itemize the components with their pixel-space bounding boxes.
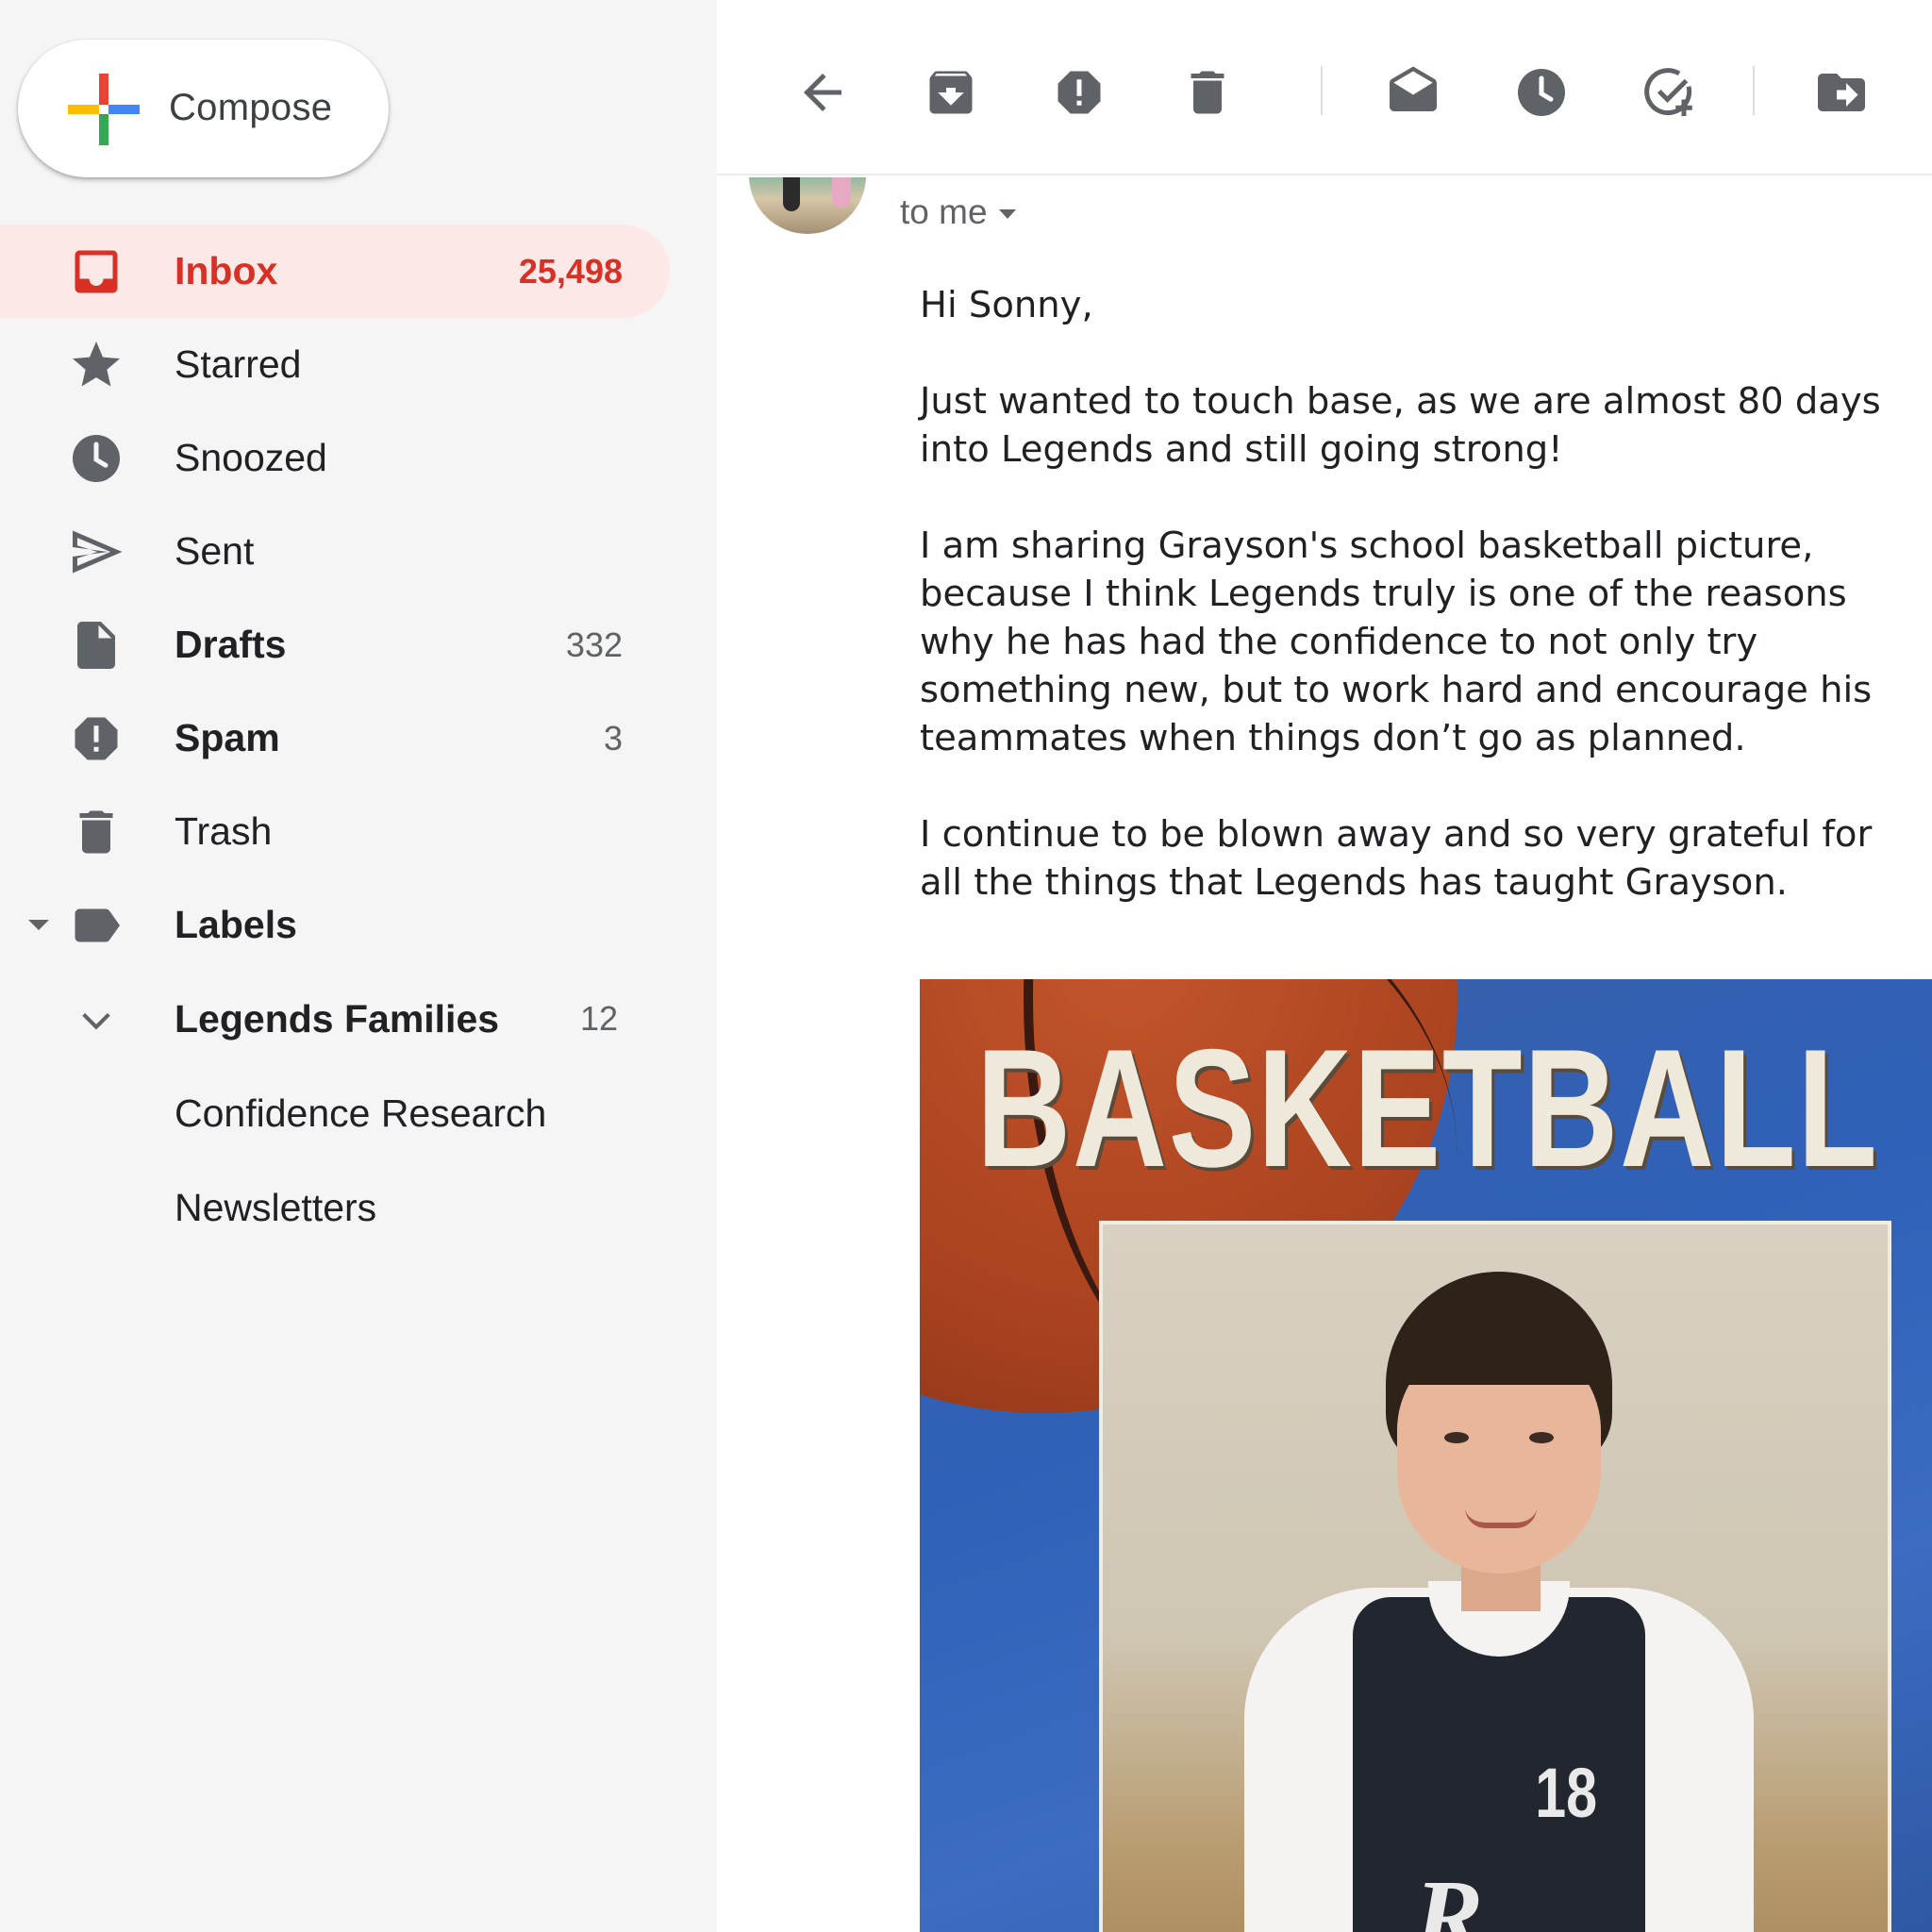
sidebar: Compose Inbox 25,498 Starred Snoozed Sen… [0, 0, 717, 1932]
label-item-newsletters[interactable]: Newsletters [0, 1160, 670, 1255]
compose-label: Compose [169, 87, 333, 128]
card-title: BASKETBALL [976, 1014, 1879, 1202]
nav-item-spam[interactable]: Spam 3 [0, 691, 670, 785]
nav-item-label: Snoozed [175, 436, 327, 479]
toolbar-divider [1321, 66, 1323, 115]
compose-button[interactable]: Compose [18, 40, 389, 177]
body-paragraph: Hi Sonny, [920, 284, 1093, 326]
player-photo: 18 R [1099, 1221, 1891, 1932]
nav-item-label: Starred [175, 342, 302, 386]
chevron-down-icon[interactable] [77, 1002, 115, 1040]
toolbar-divider [1753, 66, 1755, 115]
jersey-number: 18 [1535, 1754, 1598, 1832]
recipient-label: to me [900, 192, 988, 231]
message-body: Hi Sonny, Just wanted to touch base, as … [920, 281, 1920, 955]
trash-icon [66, 808, 126, 857]
send-icon [66, 527, 126, 576]
body-paragraph: I continue to be blown away and so very … [920, 813, 1873, 904]
snooze-icon [1518, 69, 1565, 116]
nav-item-label: Spam [175, 716, 280, 759]
jersey-logo: R [1414, 1858, 1484, 1932]
spam-icon [66, 714, 126, 763]
report-spam-icon [1058, 71, 1101, 114]
move-to-button[interactable] [1811, 62, 1872, 123]
nav-item-label: Inbox [175, 249, 278, 292]
nav-item-label: Sent [175, 529, 255, 573]
nav-item-starred[interactable]: Starred [0, 318, 670, 411]
archive-icon [929, 71, 973, 114]
avatar-figure [783, 177, 800, 211]
spam-count: 3 [603, 718, 623, 758]
mark-unread-icon [1390, 66, 1437, 111]
dropdown-caret-icon [998, 209, 1016, 220]
draft-icon [66, 621, 126, 670]
body-paragraph: Just wanted to touch base, as we are alm… [920, 380, 1881, 471]
sender-avatar[interactable] [749, 177, 866, 234]
unread-count: 25,498 [518, 251, 623, 291]
inbox-icon [66, 247, 126, 296]
label-name: Newsletters [175, 1185, 377, 1229]
player-eye [1529, 1432, 1554, 1443]
nav-item-label: Trash [175, 809, 273, 853]
nav-item-label: Drafts [175, 623, 287, 666]
draft-count: 332 [565, 625, 623, 664]
message-view: to me Hi Sonny, Just wanted to touch bas… [717, 177, 1932, 1932]
nav-item-sent[interactable]: Sent [0, 505, 670, 598]
collapse-caret-icon[interactable] [28, 920, 49, 930]
player-eye [1444, 1432, 1469, 1443]
label-count: 12 [579, 999, 618, 1038]
message-toolbar [717, 0, 1932, 175]
snooze-button[interactable] [1511, 62, 1572, 123]
label-name: Confidence Research [175, 1091, 547, 1135]
delete-icon [1191, 71, 1224, 114]
report-spam-button[interactable] [1049, 62, 1109, 123]
nav-item-label: Labels [175, 903, 297, 946]
nav-item-snoozed[interactable]: Snoozed [0, 411, 670, 505]
player-smile [1465, 1507, 1537, 1528]
recipient-details-toggle[interactable]: to me [900, 192, 1016, 232]
nav-item-drafts[interactable]: Drafts 332 [0, 598, 670, 691]
delete-button[interactable] [1177, 62, 1238, 123]
compose-plus-icon [68, 74, 140, 145]
add-to-tasks-button[interactable] [1640, 62, 1700, 123]
label-item-confidence-research[interactable]: Confidence Research [0, 1066, 670, 1160]
back-arrow-icon [804, 74, 841, 111]
mark-unread-button[interactable] [1383, 62, 1443, 123]
body-paragraph: I am sharing Grayson's school basketball… [920, 525, 1873, 759]
label-name: Legends Families [175, 996, 500, 1041]
star-icon [66, 341, 126, 390]
avatar-figure [832, 177, 851, 208]
back-button[interactable] [792, 62, 853, 123]
label-icon [66, 901, 126, 950]
inline-image-basketball-card[interactable]: BASKETBALL 18 R [920, 979, 1932, 1932]
add-task-icon [1644, 68, 1692, 116]
move-to-icon [1818, 74, 1865, 111]
nav-item-labels[interactable]: Labels [0, 878, 670, 972]
clock-icon [66, 434, 126, 483]
nav-item-trash[interactable]: Trash [0, 785, 670, 878]
nav-list: Inbox 25,498 Starred Snoozed Sent Drafts… [0, 225, 717, 1255]
archive-button[interactable] [921, 62, 981, 123]
label-item-legends-families[interactable]: Legends Families 12 [0, 972, 670, 1066]
nav-item-inbox[interactable]: Inbox 25,498 [0, 225, 670, 318]
